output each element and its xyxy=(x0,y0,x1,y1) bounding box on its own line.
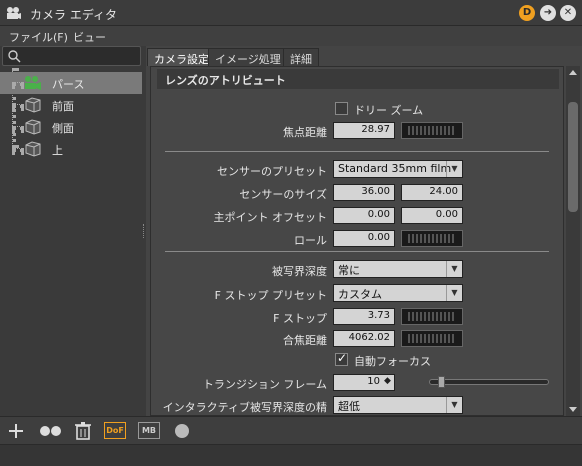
interactive-dof-value: 超低 xyxy=(338,400,360,413)
tree-item-label: 上 xyxy=(52,144,63,157)
autofocus-label: 自動フォーカス xyxy=(354,355,431,368)
chevron-down-icon: ▼ xyxy=(446,161,462,177)
settings-panel: レンズのアトリビュート ドリー ズーム 焦点距離 28.97 センサーのプリセッ… xyxy=(150,66,564,416)
offset-x-field[interactable]: 0.00 xyxy=(333,207,395,224)
focus-distance-field[interactable]: 4062.02 xyxy=(333,330,395,347)
ortho-camera-icon xyxy=(25,119,41,135)
panel-splitter[interactable] xyxy=(142,46,146,416)
sensor-size-label: センサーのサイズ xyxy=(239,188,327,201)
transition-slider-handle[interactable] xyxy=(438,376,445,388)
window-title: カメラ エディタ xyxy=(30,8,117,22)
divider xyxy=(165,251,549,252)
dof-toggle-button[interactable]: DoF xyxy=(104,422,126,439)
title-bar: カメラ エディタ D ➜ ✕ xyxy=(0,0,582,26)
camera-tree: パース 前面 側面 上 xyxy=(0,68,142,160)
fstop-slider[interactable] xyxy=(401,308,463,325)
dof-label: 被写界深度 xyxy=(272,265,327,278)
dof-value: 常に xyxy=(338,264,360,277)
camera-list-panel: パース 前面 側面 上 xyxy=(0,46,142,416)
roll-slider[interactable] xyxy=(401,230,463,247)
focal-length-slider[interactable] xyxy=(401,122,463,139)
tree-item-label: パース xyxy=(52,78,85,91)
status-bar xyxy=(0,444,582,466)
keyframe-diamond-icon[interactable]: ◆ xyxy=(384,376,391,386)
chevron-down-icon: ▼ xyxy=(446,285,462,301)
tab-advanced[interactable]: 詳細 xyxy=(283,48,319,66)
add-icon[interactable] xyxy=(6,421,26,441)
menu-file[interactable]: ファイル(F) xyxy=(9,29,68,45)
fstop-preset-label: F ストップ プリセット xyxy=(214,289,327,302)
duplicate-icon[interactable] xyxy=(38,421,64,441)
focus-distance-label: 合焦距離 xyxy=(283,334,327,347)
tree-item-top[interactable]: 上 xyxy=(0,138,142,160)
sensor-preset-value: Standard 35mm film xyxy=(338,162,452,175)
principal-offset-label: 主ポイント オフセット xyxy=(213,211,328,224)
dolly-zoom-checkbox[interactable] xyxy=(335,102,348,115)
dolly-zoom-label: ドリー ズーム xyxy=(354,104,424,117)
sensor-preset-dropdown[interactable]: Standard 35mm film ▼ xyxy=(333,160,463,178)
scroll-thumb[interactable] xyxy=(568,102,578,212)
scroll-up-icon[interactable] xyxy=(569,70,577,75)
fstop-preset-dropdown[interactable]: カスタム ▼ xyxy=(333,284,463,302)
render-sphere-icon[interactable] xyxy=(172,421,192,441)
ortho-camera-icon xyxy=(25,97,41,113)
sensor-preset-label: センサーのプリセット xyxy=(217,165,327,178)
bottom-toolbar: DoF MB xyxy=(0,416,582,444)
chevron-down-icon: ▼ xyxy=(446,397,462,413)
focus-distance-slider[interactable] xyxy=(401,330,463,347)
search-icon xyxy=(8,50,21,63)
fstop-preset-value: カスタム xyxy=(338,288,382,301)
divider xyxy=(165,151,549,152)
ortho-camera-icon xyxy=(25,141,41,157)
menu-bar: ファイル(F) ビュー xyxy=(0,26,582,46)
tree-item-side[interactable]: 側面 xyxy=(0,116,142,138)
tree-item-perspective[interactable]: パース xyxy=(0,72,142,94)
tab-image-processing[interactable]: イメージ処理 xyxy=(208,48,288,66)
menu-view[interactable]: ビュー xyxy=(73,29,106,45)
perspective-camera-icon xyxy=(25,76,41,90)
sensor-height-field[interactable]: 24.00 xyxy=(401,184,463,201)
chevron-down-icon: ▼ xyxy=(446,261,462,277)
d-button[interactable]: D xyxy=(519,5,535,21)
dof-dropdown[interactable]: 常に ▼ xyxy=(333,260,463,278)
focal-length-label: 焦点距離 xyxy=(283,126,327,139)
camera-app-icon xyxy=(7,7,21,19)
vertical-scrollbar[interactable] xyxy=(566,66,580,416)
forward-button[interactable]: ➜ xyxy=(540,5,556,21)
fstop-label: F ストップ xyxy=(273,312,327,325)
tab-camera-settings[interactable]: カメラ設定 xyxy=(147,48,216,66)
tree-item-label: 側面 xyxy=(52,122,74,135)
lens-attributes-header[interactable]: レンズのアトリビュート xyxy=(157,69,559,89)
tab-bar: カメラ設定 イメージ処理 詳細 xyxy=(146,46,582,66)
tree-item-label: 前面 xyxy=(52,100,74,113)
interactive-dof-label: インタラクティブ被写界深度の精度 xyxy=(162,401,327,414)
focal-length-field[interactable]: 28.97 xyxy=(333,122,395,139)
close-button[interactable]: ✕ xyxy=(560,5,576,21)
transition-frames-label: トランジション フレーム xyxy=(202,378,327,391)
transition-slider-track[interactable] xyxy=(429,379,549,385)
sensor-width-field[interactable]: 36.00 xyxy=(333,184,395,201)
autofocus-checkbox[interactable] xyxy=(335,351,348,366)
motion-blur-toggle-button[interactable]: MB xyxy=(138,422,160,439)
roll-field[interactable]: 0.00 xyxy=(333,230,395,247)
offset-y-field[interactable]: 0.00 xyxy=(401,207,463,224)
roll-label: ロール xyxy=(294,234,327,247)
scroll-down-icon[interactable] xyxy=(569,407,577,412)
interactive-dof-dropdown[interactable]: 超低 ▼ xyxy=(333,396,463,414)
trash-icon[interactable] xyxy=(74,421,92,441)
search-input[interactable] xyxy=(2,46,141,66)
fstop-field[interactable]: 3.73 xyxy=(333,308,395,325)
tree-item-front[interactable]: 前面 xyxy=(0,94,142,116)
